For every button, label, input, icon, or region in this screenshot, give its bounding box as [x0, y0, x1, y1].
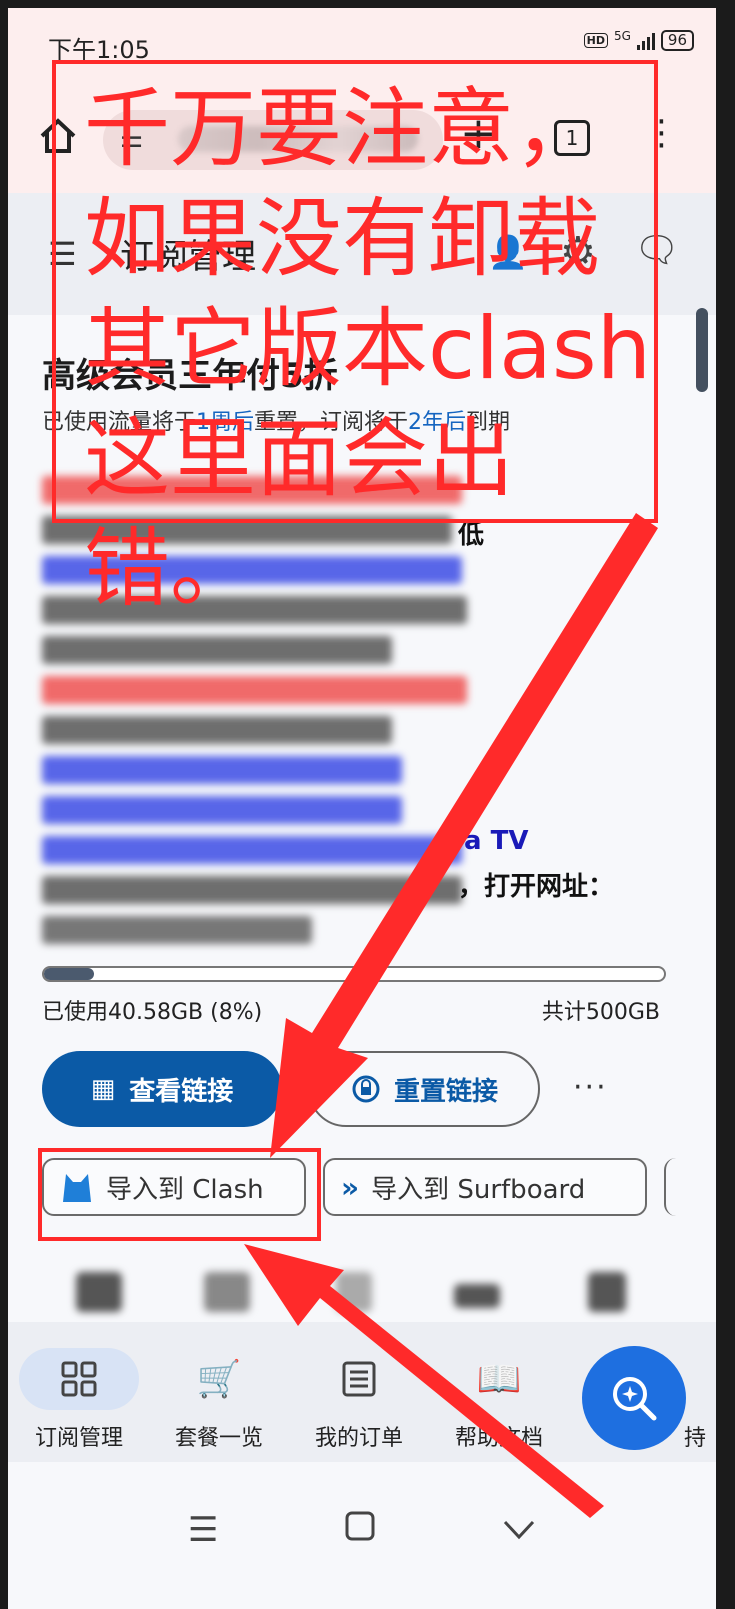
status-icons: HD 5G 96	[583, 28, 694, 51]
search-fab-button[interactable]	[582, 1346, 686, 1450]
cart-icon: 🛒	[196, 1359, 242, 1400]
blurred-line-9	[42, 796, 402, 824]
platform-apple-icon[interactable]	[588, 1272, 626, 1312]
reset-link-label: 重置链接	[393, 1076, 498, 1107]
blurred-line-7	[42, 716, 392, 744]
scrollbar[interactable]	[696, 308, 708, 392]
back-chevron-icon[interactable]	[502, 1510, 536, 1550]
platform-linux-icon[interactable]	[336, 1272, 372, 1312]
line-10-fragment: a TV	[464, 826, 529, 856]
grid-icon	[19, 1348, 139, 1410]
nav-label-subscription: 订阅管理	[34, 1426, 123, 1451]
nav-item-orders[interactable]: 我的订单	[294, 1348, 424, 1452]
blurred-line-10	[42, 836, 462, 864]
used-traffic-label: 已使用40.58GB (8%)	[42, 1000, 263, 1025]
signal-icon	[636, 32, 655, 50]
network-label: 5G	[613, 28, 631, 43]
total-traffic-label: 共计500GB	[541, 1000, 660, 1025]
list-icon	[294, 1348, 424, 1410]
battery-icon: 96	[660, 30, 694, 51]
usage-progress-fill	[44, 968, 94, 980]
usage-progress-bar	[42, 966, 666, 982]
more-import-button[interactable]	[664, 1158, 696, 1216]
platform-windows-icon[interactable]	[76, 1272, 122, 1312]
nav-label-plans: 套餐一览	[174, 1426, 263, 1451]
hd-icon: HD	[583, 33, 608, 48]
nav-item-plans[interactable]: 🛒 套餐一览	[154, 1348, 284, 1452]
nav-label-docs: 帮助文档	[454, 1426, 543, 1451]
reset-lock-icon	[352, 1075, 380, 1103]
view-link-label: 查看链接	[129, 1076, 234, 1107]
blurred-line-5	[42, 636, 392, 664]
view-link-button[interactable]: ▦ 查看链接	[42, 1051, 282, 1127]
import-surfboard-label: 导入到 Surfboard	[371, 1174, 586, 1205]
import-surfboard-button[interactable]: » 导入到 Surfboard	[323, 1158, 647, 1216]
qr-code-icon: ▦	[90, 1074, 116, 1104]
platform-desktop-icon[interactable]	[204, 1272, 250, 1312]
annotation-text: 千万要注意， 如果没有卸载 其它版本clash 这里面会出错。	[84, 79, 652, 619]
phone-screen: 下午1:05 HD 5G 96 ⚌ + 1 · · · ☰ 订阅管理 👤 ⚙ 🗨 高…	[8, 8, 716, 1609]
surfboard-icon: »	[341, 1170, 360, 1204]
system-navigation: ☰	[8, 1462, 716, 1609]
status-bar: 下午1:05 HD 5G 96	[8, 8, 716, 68]
line-11-fragment: ，打开网址：	[458, 872, 615, 902]
clash-highlight-box	[38, 1148, 321, 1241]
magic-search-icon	[613, 1377, 657, 1421]
platform-android-icon[interactable]	[454, 1284, 500, 1308]
home-system-icon[interactable]	[344, 1510, 376, 1551]
blurred-line-12	[42, 916, 312, 944]
recents-icon[interactable]: ☰	[188, 1510, 218, 1550]
book-icon: 📖	[476, 1359, 522, 1400]
blurred-line-11	[42, 876, 462, 904]
blurred-line-6	[42, 676, 467, 704]
more-actions-button[interactable]: ···	[573, 1070, 608, 1105]
blurred-line-8	[42, 756, 402, 784]
nav-item-docs[interactable]: 📖 帮助文档	[434, 1348, 564, 1452]
reset-link-button[interactable]: 重置链接	[308, 1051, 540, 1127]
nav-label-orders: 我的订单	[314, 1426, 403, 1451]
nav-item-subscription[interactable]: 订阅管理	[14, 1348, 144, 1452]
